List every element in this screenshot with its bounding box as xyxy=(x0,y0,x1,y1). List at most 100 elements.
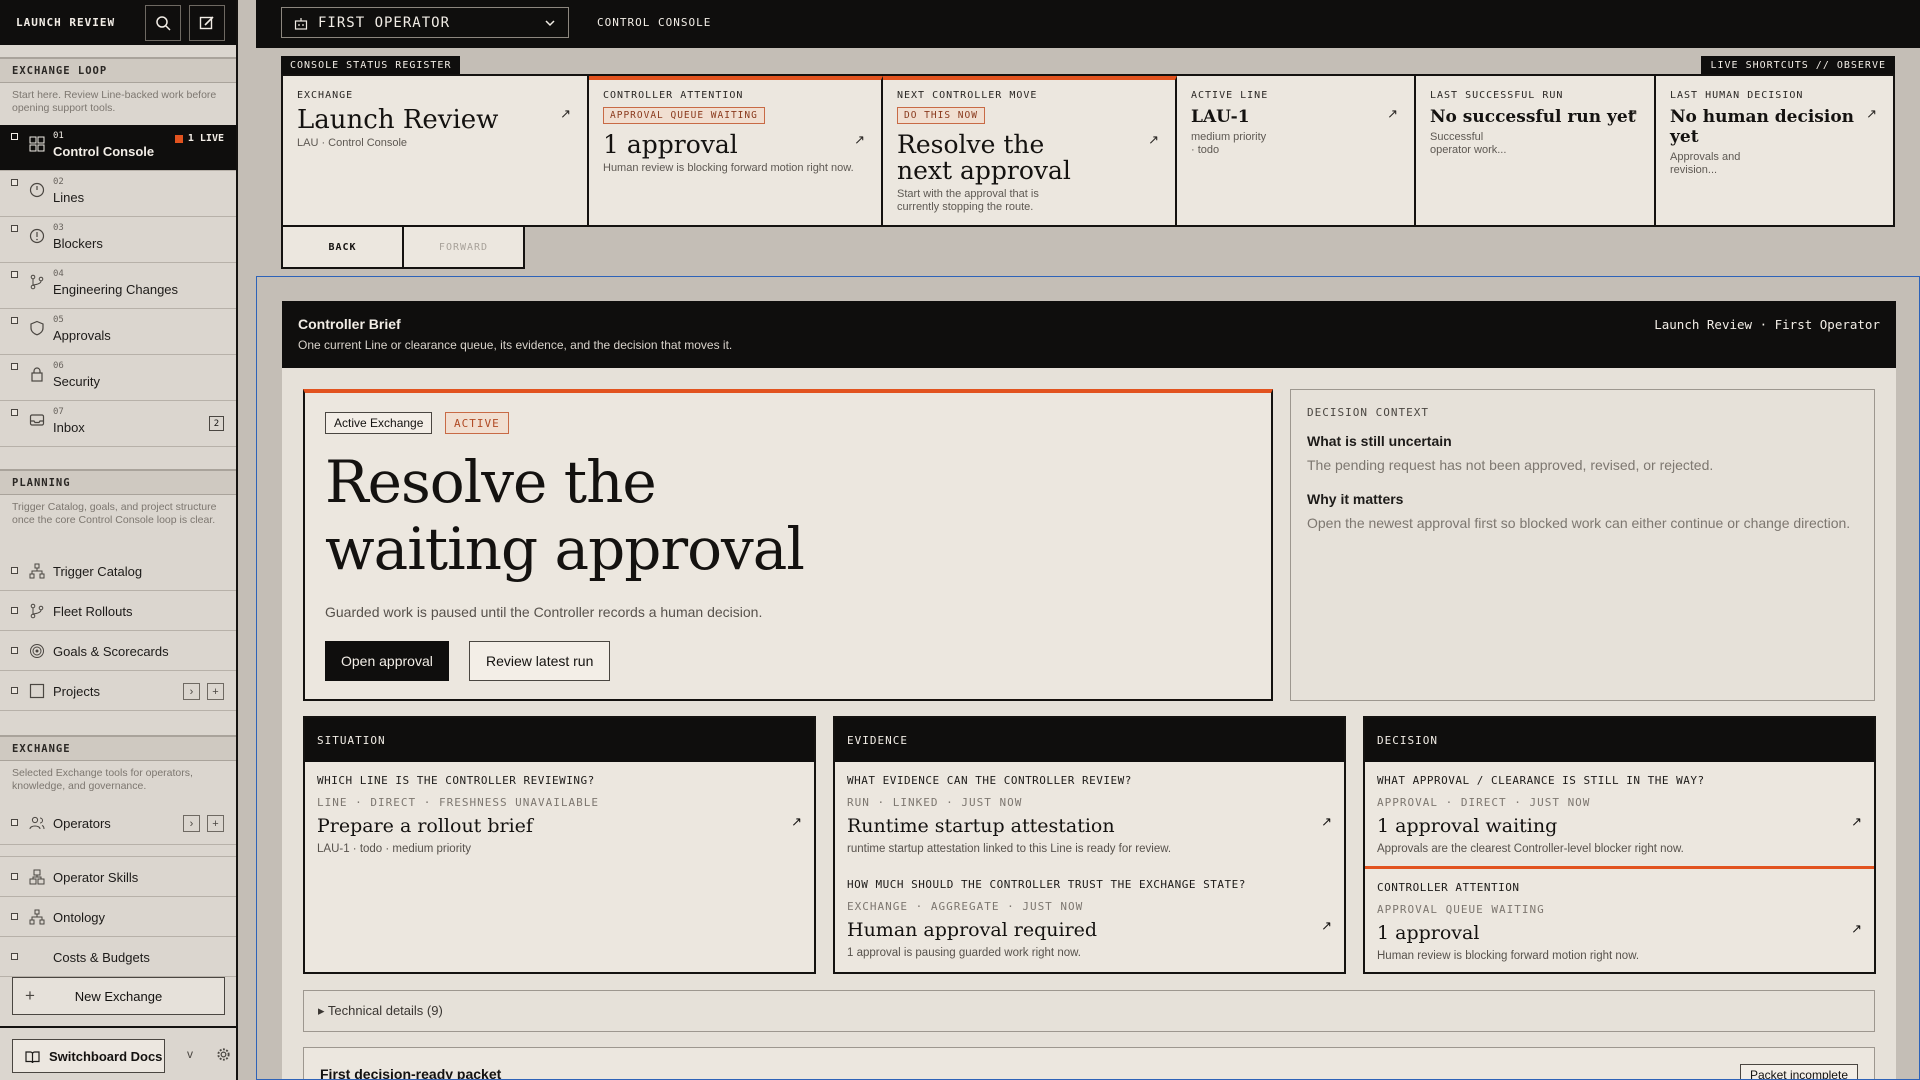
status-badge: ACTIVE xyxy=(445,412,509,434)
evidence-header: EVIDENCE xyxy=(835,718,1344,762)
select-checkbox[interactable] xyxy=(11,179,18,186)
register-last-run[interactable]: LAST SUCCESSFUL RUN No successful run ye… xyxy=(1416,76,1656,225)
evidence-item[interactable]: WHAT EVIDENCE CAN THE CONTROLLER REVIEW?… xyxy=(835,762,1344,866)
review-latest-run-button[interactable]: Review latest run xyxy=(469,641,611,681)
item-number: 07 xyxy=(53,407,64,417)
item-label: Operators xyxy=(53,816,111,831)
back-button[interactable]: BACK xyxy=(283,227,404,267)
register-exchange-title: Launch Review xyxy=(297,105,499,135)
gear-icon[interactable] xyxy=(216,1047,231,1062)
item-number: 03 xyxy=(53,223,64,233)
select-checkbox[interactable] xyxy=(11,225,18,232)
item-meta: LINE · DIRECT · FRESHNESS UNAVAILABLE xyxy=(317,796,600,809)
register-last-decision-sub2: revision... xyxy=(1670,164,1718,176)
arrow-up-right-icon: ↗ xyxy=(1627,106,1638,121)
sidebar-item-trigger-catalog[interactable]: Trigger Catalog xyxy=(0,551,236,591)
robot-icon xyxy=(294,18,308,30)
item-desc: 1 approval is pausing guarded work right… xyxy=(847,947,1081,959)
search-button[interactable] xyxy=(145,5,181,41)
controller-brief-panel: Controller Brief One current Line or cle… xyxy=(256,276,1920,1080)
situation-header: SITUATION xyxy=(305,718,814,762)
register-next-move[interactable]: NEXT CONTROLLER MOVE DO THIS NOW Resolve… xyxy=(883,76,1177,225)
sidebar-item-costs-budgets[interactable]: Costs & Budgets xyxy=(0,937,236,977)
new-exchange-button[interactable]: + New Exchange xyxy=(12,977,225,1015)
register-last-run-sub2: operator work... xyxy=(1430,144,1507,156)
select-checkbox[interactable] xyxy=(11,567,18,574)
open-approval-button[interactable]: Open approval xyxy=(325,641,449,681)
sidebar-item-projects[interactable]: Projects › + xyxy=(0,671,236,711)
sidebar-item-control-console[interactable]: 01 Control Console 1 LIVE xyxy=(0,125,236,171)
sidebar-item-fleet-rollouts[interactable]: Fleet Rollouts xyxy=(0,591,236,631)
section-exchange-desc: Selected Exchange tools for operators, k… xyxy=(12,767,193,792)
register-last-decision-sub1: Approvals and xyxy=(1670,151,1741,163)
select-checkbox[interactable] xyxy=(11,271,18,278)
lock-icon xyxy=(31,367,43,382)
live-badge: 1 LIVE xyxy=(174,133,224,144)
sidebar-item-engineering-changes[interactable]: 04 Engineering Changes xyxy=(0,263,236,309)
docs-button[interactable]: Switchboard Docs xyxy=(12,1039,165,1073)
decision-item[interactable]: CONTROLLER ATTENTION APPROVAL QUEUE WAIT… xyxy=(1365,866,1874,970)
evidence-item[interactable]: HOW MUCH SHOULD THE CONTROLLER TRUST THE… xyxy=(835,866,1344,970)
status-chip: APPROVAL QUEUE WAITING xyxy=(603,107,765,124)
sidebar-item-operator-skills[interactable]: Operator Skills xyxy=(0,857,236,897)
item-label: Inbox xyxy=(53,420,85,435)
grid-icon xyxy=(29,136,45,152)
sidebar-item-blockers[interactable]: 03 Blockers xyxy=(0,217,236,263)
situation-item[interactable]: WHICH LINE IS THE CONTROLLER REVIEWING? … xyxy=(305,762,814,866)
section-exchange-loop-desc: Start here. Review Line-backed work befo… xyxy=(12,89,217,114)
item-question: WHAT EVIDENCE CAN THE CONTROLLER REVIEW? xyxy=(847,774,1132,787)
arrow-up-right-icon: ↗ xyxy=(1851,814,1862,829)
select-checkbox[interactable] xyxy=(11,913,18,920)
compose-button[interactable] xyxy=(189,5,225,41)
register-attention[interactable]: CONTROLLER ATTENTION APPROVAL QUEUE WAIT… xyxy=(589,76,883,225)
register-last-run-title: No successful run yet xyxy=(1430,107,1636,127)
operator-select[interactable]: FIRST OPERATOR xyxy=(281,7,569,38)
select-checkbox[interactable] xyxy=(11,317,18,324)
expand-button[interactable]: › xyxy=(183,683,200,700)
register-active-line[interactable]: ACTIVE LINE LAU-1 medium priority · todo… xyxy=(1177,76,1416,225)
select-checkbox[interactable] xyxy=(11,873,18,880)
sidebar-item-inbox[interactable]: 07 Inbox 2 xyxy=(0,401,236,447)
select-checkbox[interactable] xyxy=(11,647,18,654)
technical-details-toggle[interactable]: ▸ Technical details (9) xyxy=(303,990,1875,1032)
expand-button[interactable]: › xyxy=(183,815,200,832)
section-planning-desc: Trigger Catalog, goals, and project stru… xyxy=(12,501,217,526)
sidebar-item-goals-scorecards[interactable]: Goals & Scorecards xyxy=(0,631,236,671)
add-operator-button[interactable]: + xyxy=(207,815,224,832)
sidebar-item-lines[interactable]: 02 Lines xyxy=(0,171,236,217)
item-label: Approvals xyxy=(53,328,111,343)
new-exchange-label: New Exchange xyxy=(74,988,163,1004)
item-desc: runtime startup attestation linked to th… xyxy=(847,843,1172,855)
decision-item[interactable]: WHAT APPROVAL / CLEARANCE IS STILL IN TH… xyxy=(1365,762,1874,866)
select-checkbox[interactable] xyxy=(11,687,18,694)
version-toggle[interactable]: v xyxy=(187,1047,193,1061)
context-question: Why it matters xyxy=(1307,491,1404,507)
sidebar-item-approvals[interactable]: 05 Approvals xyxy=(0,309,236,355)
edit-icon xyxy=(199,16,214,30)
select-checkbox[interactable] xyxy=(11,133,18,140)
select-checkbox[interactable] xyxy=(11,607,18,614)
status-chip: DO THIS NOW xyxy=(897,107,985,124)
breadcrumb: Launch Review · First Operator xyxy=(1654,317,1880,332)
add-project-button[interactable]: + xyxy=(207,683,224,700)
sidebar-item-ontology[interactable]: Ontology xyxy=(0,897,236,937)
live-dot-icon xyxy=(174,134,183,143)
register-next-move-sub: Start with the approval that is currentl… xyxy=(897,188,1039,213)
select-checkbox[interactable] xyxy=(11,363,18,370)
item-label: Projects xyxy=(53,684,100,699)
select-checkbox[interactable] xyxy=(11,819,18,826)
register-attention-sub: Human review is blocking forward motion … xyxy=(603,162,854,174)
sidebar-item-operators[interactable]: Operators › + xyxy=(0,803,236,845)
forward-button[interactable]: FORWARD xyxy=(404,227,523,267)
item-title: Runtime startup attestation xyxy=(847,815,1115,837)
sidebar-item-security[interactable]: 06 Security xyxy=(0,355,236,401)
item-label: Trigger Catalog xyxy=(53,564,143,579)
register-exchange-sub: LAU · Control Console xyxy=(297,137,408,149)
item-meta: APPROVAL QUEUE WAITING xyxy=(1377,903,1545,916)
register-last-decision[interactable]: LAST HUMAN DECISION No human decision ye… xyxy=(1656,76,1893,225)
plus-icon: + xyxy=(212,685,219,698)
decision-packet: First decision-ready packet Packet incom… xyxy=(303,1047,1875,1079)
register-exchange[interactable]: EXCHANGE Launch Review LAU · Control Con… xyxy=(283,76,589,225)
select-checkbox[interactable] xyxy=(11,409,18,416)
select-checkbox[interactable] xyxy=(11,953,18,960)
